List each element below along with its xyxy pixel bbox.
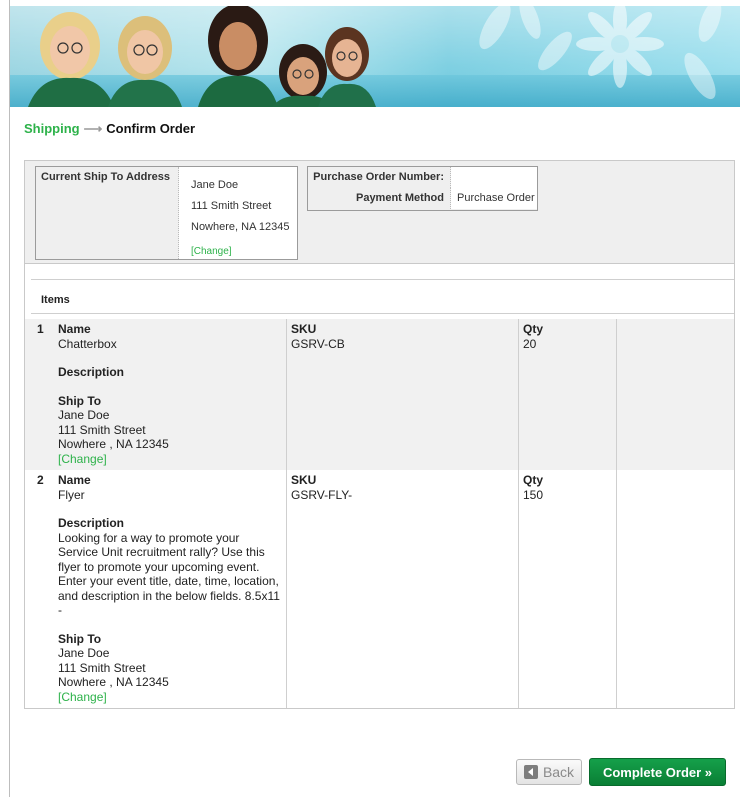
ship-to-address: Jane Doe 111 Smith Street Nowhere, NA 12…	[179, 167, 297, 259]
item-sku: GSRV-FLY-	[291, 487, 353, 502]
sku-label: SKU	[291, 473, 317, 487]
order-summary-panel: Current Ship To Address Jane Doe 111 Smi…	[24, 160, 735, 264]
ship-name: Jane Doe	[58, 646, 110, 660]
ship-name: Jane Doe	[58, 408, 110, 422]
item-qty: 150	[523, 487, 544, 502]
items-table: 1 Name Chatterbox Description Ship To Ja…	[24, 319, 735, 709]
empty-cell	[617, 319, 734, 470]
item-sku-cell: SKU GSRV-FLY-	[287, 470, 519, 708]
ship-to-address-box: Current Ship To Address Jane Doe 111 Smi…	[35, 166, 298, 260]
qty-label: Qty	[523, 473, 544, 487]
ship-street: 111 Smith Street	[58, 422, 146, 437]
name-label: Name	[58, 322, 91, 336]
item-sku-cell: SKU GSRV-CB	[287, 319, 519, 470]
ship-city: Nowhere , NA 12345	[58, 437, 169, 451]
divider	[31, 313, 734, 314]
qty-label: Qty	[523, 322, 544, 336]
complete-order-label: Complete Order »	[602, 764, 713, 780]
arrow-left-icon	[523, 765, 538, 779]
items-title: Items	[41, 294, 70, 306]
item-row: 1 Name Chatterbox Description Ship To Ja…	[25, 319, 734, 470]
breadcrumb: Shipping ⟶ Confirm Order	[24, 121, 195, 137]
arrow-right-icon: ⟶	[83, 121, 103, 136]
address-city: Nowhere, NA 12345	[191, 221, 290, 233]
item-sku: GSRV-CB	[291, 336, 345, 351]
breadcrumb-shipping-link[interactable]: Shipping	[24, 121, 80, 136]
name-label: Name	[58, 473, 91, 487]
ship-to-label: Current Ship To Address	[36, 167, 179, 259]
po-number-label: Purchase Order Number:	[308, 167, 451, 188]
item-details: Name Flyer Description Looking for a way…	[55, 470, 287, 708]
ship-to-label: Ship To	[58, 393, 102, 408]
change-ship-to-link[interactable]: [Change]	[58, 452, 107, 466]
empty-cell	[617, 470, 734, 708]
complete-order-button[interactable]: Complete Order »	[589, 758, 726, 786]
item-row: 2 Name Flyer Description Looking for a w…	[25, 470, 734, 708]
back-button[interactable]: Back	[516, 759, 582, 785]
address-street: 111 Smith Street	[191, 200, 272, 212]
address-name: Jane Doe	[191, 179, 239, 191]
change-ship-to-link[interactable]: [Change]	[58, 690, 107, 704]
divider	[31, 279, 734, 280]
po-number-value	[451, 167, 537, 188]
description-label: Description	[58, 365, 125, 379]
ship-city: Nowhere , NA 12345	[58, 675, 169, 689]
banner-illustration	[28, 6, 722, 107]
ship-to-label: Ship To	[58, 631, 102, 646]
payment-method-value: Purchase Order	[451, 188, 537, 209]
payment-info-box: Purchase Order Number: Payment Method Pu…	[307, 166, 538, 211]
item-name: Flyer	[58, 487, 85, 502]
item-name: Chatterbox	[58, 336, 117, 351]
item-number: 1	[37, 322, 44, 336]
item-details: Name Chatterbox Description Ship To Jane…	[55, 319, 287, 470]
change-address-link[interactable]: [Change]	[191, 241, 297, 262]
item-qty-cell: Qty 150	[519, 470, 617, 708]
ship-street: 111 Smith Street	[58, 660, 146, 675]
item-qty-cell: Qty 20	[519, 319, 617, 470]
description-label: Description	[58, 516, 125, 530]
breadcrumb-current: Confirm Order	[106, 121, 196, 136]
back-button-label: Back	[542, 764, 575, 780]
item-number: 2	[37, 473, 44, 487]
sku-label: SKU	[291, 322, 317, 336]
header-banner	[10, 6, 740, 107]
items-section-header: Items	[24, 264, 735, 319]
po-number-row: Purchase Order Number:	[308, 167, 537, 188]
page-left-border	[9, 0, 10, 797]
item-description: Looking for a way to promote your Servic…	[58, 530, 280, 618]
payment-method-label: Payment Method	[308, 188, 451, 209]
item-qty: 20	[523, 336, 537, 351]
payment-method-row: Payment Method Purchase Order	[308, 188, 537, 209]
